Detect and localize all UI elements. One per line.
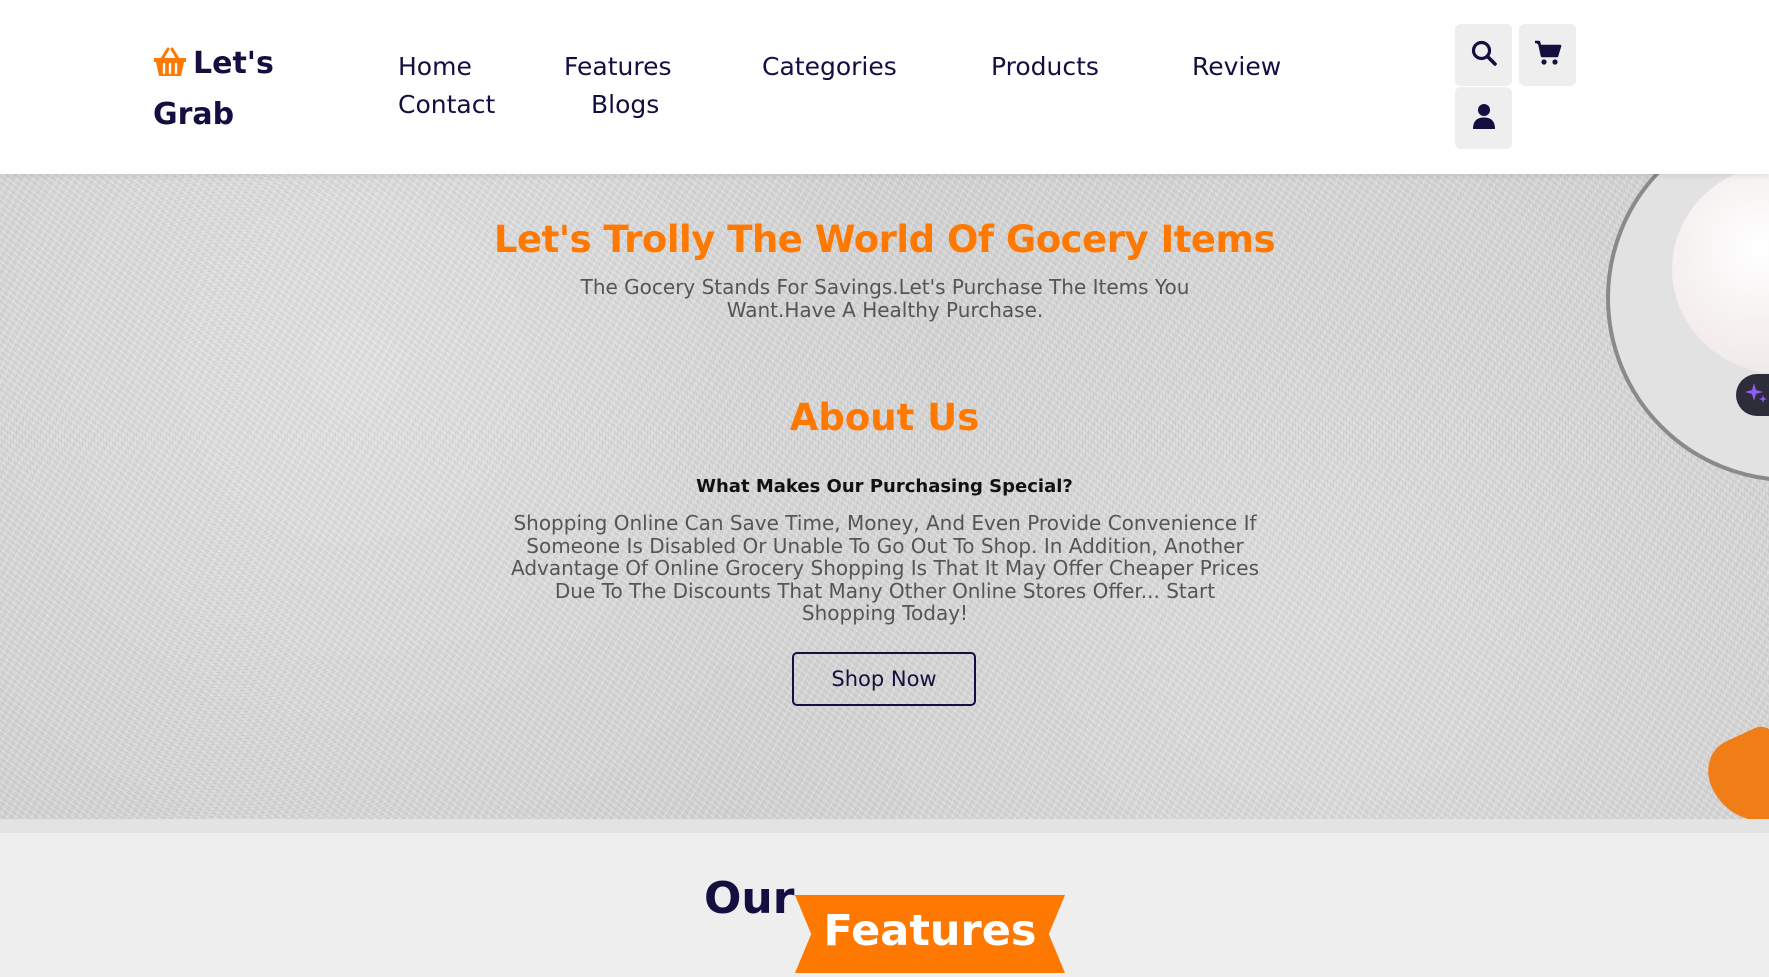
basket-icon bbox=[153, 44, 187, 91]
shop-now-button[interactable]: Shop Now bbox=[792, 652, 976, 706]
logo-text-line2: Grab bbox=[153, 97, 235, 132]
nav-contact[interactable]: Contact bbox=[398, 90, 495, 120]
nav-home[interactable]: Home bbox=[398, 52, 472, 82]
about-title: About Us bbox=[789, 396, 980, 439]
about-question: What Makes Our Purchasing Special? bbox=[696, 476, 1073, 497]
features-heading-prefix: Our bbox=[704, 873, 795, 924]
hero-subtitle-line1: The Gocery Stands For Savings.Let's Purc… bbox=[580, 275, 1190, 299]
user-icon bbox=[1472, 103, 1496, 133]
user-button[interactable] bbox=[1455, 87, 1512, 149]
hero-section: Let's Trolly The World Of Gocery Items T… bbox=[0, 174, 1769, 819]
nav-blogs[interactable]: Blogs bbox=[591, 90, 659, 120]
cart-button[interactable] bbox=[1519, 24, 1576, 86]
section-divider bbox=[0, 819, 1769, 833]
features-section: Our Features bbox=[0, 833, 1769, 977]
logo-text-line1: Let's bbox=[193, 46, 274, 81]
search-icon bbox=[1471, 40, 1497, 70]
nav-features[interactable]: Features bbox=[564, 52, 672, 82]
nav-review[interactable]: Review bbox=[1192, 52, 1281, 82]
about-text: Shopping Online Can Save Time, Money, An… bbox=[511, 511, 1259, 625]
header: Let's Grab Home Features Categories Prod… bbox=[0, 0, 1769, 174]
nav-products[interactable]: Products bbox=[991, 52, 1099, 82]
features-heading-highlight: Features bbox=[823, 906, 1037, 956]
hero-subtitle-line2: Want.Have A Healthy Purchase. bbox=[726, 298, 1044, 322]
hero-subtitle: The Gocery Stands For Savings.Let's Purc… bbox=[560, 276, 1210, 322]
nav-categories[interactable]: Categories bbox=[762, 52, 897, 82]
cart-icon bbox=[1534, 40, 1562, 70]
logo[interactable]: Let's Grab bbox=[153, 40, 323, 138]
hero-title: Let's Trolly The World Of Gocery Items bbox=[493, 218, 1276, 261]
search-button[interactable] bbox=[1455, 24, 1512, 86]
